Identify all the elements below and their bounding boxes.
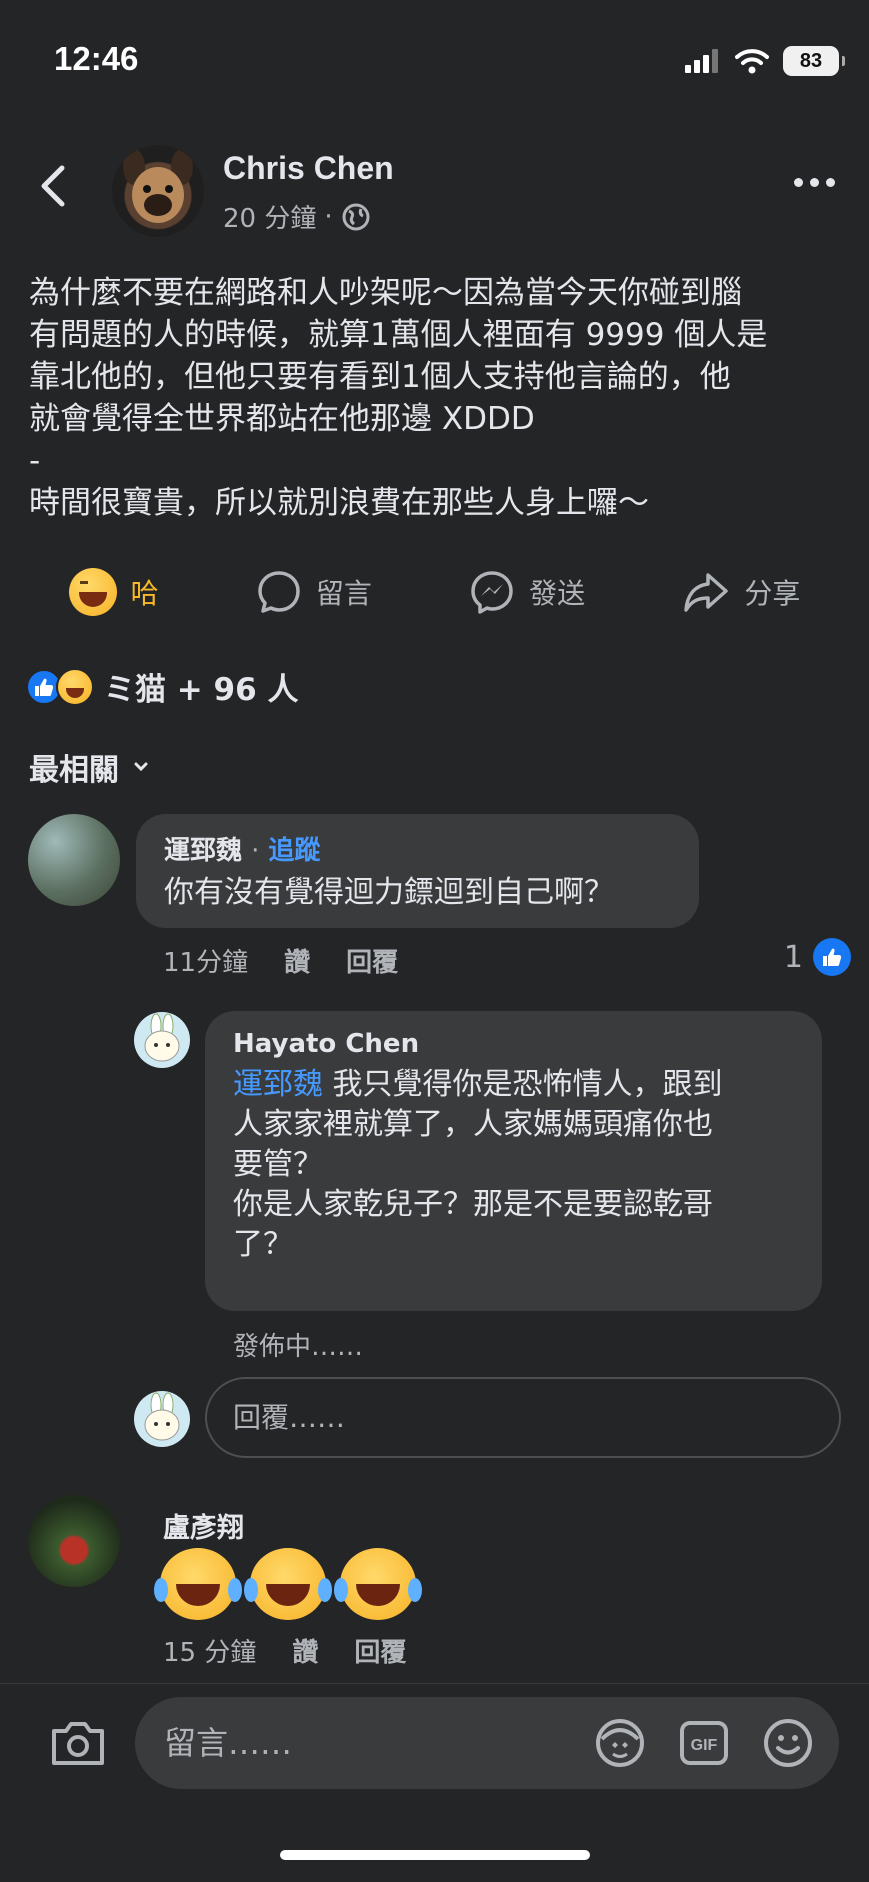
reply-bubble: Hayato Chen 運郅魏 我只覺得你是恐怖情人，跟到人家家裡就算了，人家媽… bbox=[205, 1011, 822, 1311]
comment-emoji-content bbox=[154, 1548, 416, 1620]
comment-like-button[interactable]: 讚 bbox=[284, 942, 310, 979]
comment-label: 留言 bbox=[315, 577, 372, 610]
name-separator: · bbox=[251, 836, 260, 866]
rabbit-avatar-icon bbox=[144, 1392, 180, 1441]
share-label: 分享 bbox=[744, 577, 801, 610]
tears-of-joy-icon bbox=[244, 1548, 326, 1620]
reactions-summary[interactable]: ミ猫 + 96 人 bbox=[26, 664, 299, 709]
comment-time: 15 分鐘 bbox=[163, 1638, 257, 1668]
rabbit-avatar-icon bbox=[144, 1013, 180, 1062]
tears-of-joy-icon bbox=[154, 1548, 236, 1620]
post-meta: 20 分鐘 · bbox=[223, 198, 371, 235]
comment-button[interactable]: 留言 bbox=[256, 569, 372, 615]
comment-sort-dropdown[interactable]: 最相關 bbox=[29, 745, 149, 789]
commenter-name[interactable]: 盧彥翔 bbox=[163, 1506, 244, 1545]
comment-input[interactable] bbox=[164, 1717, 564, 1769]
globe-icon bbox=[342, 203, 370, 230]
mention-link[interactable]: 運郅魏 bbox=[233, 1067, 323, 1102]
commenter-avatar[interactable] bbox=[28, 814, 120, 906]
posting-status: 發佈中…… bbox=[233, 1332, 364, 1362]
gif-label: GIF bbox=[691, 1737, 718, 1754]
comment-reply-button[interactable]: 回覆 bbox=[354, 1632, 406, 1669]
send-label: 發送 bbox=[529, 577, 586, 610]
comment-time: 11分鐘 bbox=[163, 948, 249, 978]
like-icon bbox=[813, 938, 851, 976]
status-time: 12:46 bbox=[54, 40, 139, 77]
commenter-name[interactable]: 運郅魏 bbox=[164, 836, 242, 866]
comment-reply-button[interactable]: 回覆 bbox=[346, 942, 398, 979]
comment-actions: 11分鐘 讚 回覆 bbox=[163, 942, 398, 979]
reply-text: 運郅魏 我只覺得你是恐怖情人，跟到人家家裡就算了，人家媽媽頭痛你也 要管？ 你是… bbox=[233, 1065, 794, 1265]
like-count-value: 1 bbox=[783, 939, 803, 975]
emoji-icon[interactable] bbox=[760, 1715, 816, 1771]
comment-text: 你有沒有覺得迴力鏢迴到自己啊？ bbox=[164, 875, 614, 910]
share-button[interactable]: 分享 bbox=[682, 569, 800, 615]
more-options-icon[interactable] bbox=[794, 178, 835, 187]
comment-actions: 15 分鐘 讚 回覆 bbox=[163, 1632, 406, 1669]
reply-avatar[interactable] bbox=[134, 1012, 190, 1068]
back-arrow-icon[interactable] bbox=[34, 162, 74, 210]
home-indicator bbox=[280, 1850, 590, 1860]
share-arrow-icon bbox=[684, 573, 729, 612]
haha-reaction-icon bbox=[56, 667, 94, 706]
haha-emoji-icon bbox=[68, 568, 117, 616]
meta-separator: · bbox=[324, 201, 333, 232]
status-icons: 83 bbox=[685, 46, 845, 76]
commenter-avatar[interactable] bbox=[28, 1495, 120, 1587]
author-avatar[interactable] bbox=[112, 145, 204, 237]
post-time[interactable]: 20 分鐘 bbox=[223, 198, 316, 235]
tears-of-joy-icon bbox=[334, 1548, 416, 1620]
messenger-icon bbox=[471, 571, 513, 614]
reactions-count: ミ猫 + 96 人 bbox=[104, 672, 299, 708]
send-button[interactable]: 發送 bbox=[469, 569, 585, 615]
comment-icon bbox=[258, 571, 300, 613]
my-avatar bbox=[134, 1391, 190, 1447]
reply-author[interactable]: Hayato Chen bbox=[233, 1029, 794, 1059]
comment-bubble: 運郅魏 · 追蹤 你有沒有覺得迴力鏢迴到自己啊？ bbox=[136, 814, 699, 928]
gif-icon[interactable]: GIF bbox=[676, 1715, 732, 1771]
comment-like-count[interactable]: 1 bbox=[784, 938, 851, 976]
avatar-sticker-icon[interactable] bbox=[592, 1715, 648, 1771]
reply-input[interactable] bbox=[205, 1377, 841, 1458]
haha-label: 哈 bbox=[130, 577, 159, 610]
follow-link[interactable]: 追蹤 bbox=[268, 836, 320, 866]
dog-avatar-icon bbox=[123, 149, 193, 223]
wifi-icon bbox=[735, 49, 769, 74]
sort-label: 最相關 bbox=[29, 753, 119, 788]
reply-text-line1: 我只覺得你是恐怖情人，跟到 bbox=[323, 1067, 723, 1102]
post-body: 為什麼不要在網路和人吵架呢～因為當今天你碰到腦 有問題的人的時候，就算1萬個人裡… bbox=[29, 275, 768, 521]
reply-text-rest: 人家家裡就算了，人家媽媽頭痛你也 要管？ 你是人家乾兒子？那是不是要認乾哥 了？ bbox=[233, 1107, 713, 1262]
comment-like-button[interactable]: 讚 bbox=[292, 1632, 318, 1669]
camera-icon[interactable] bbox=[48, 1717, 108, 1769]
chevron-down-icon bbox=[134, 762, 148, 772]
battery-indicator: 83 bbox=[783, 46, 845, 76]
post-action-bar: 哈 留言 發送 分享 bbox=[0, 560, 869, 624]
author-name[interactable]: Chris Chen bbox=[223, 150, 394, 187]
signal-icon bbox=[685, 49, 718, 73]
haha-reaction-button[interactable]: 哈 bbox=[68, 568, 159, 616]
